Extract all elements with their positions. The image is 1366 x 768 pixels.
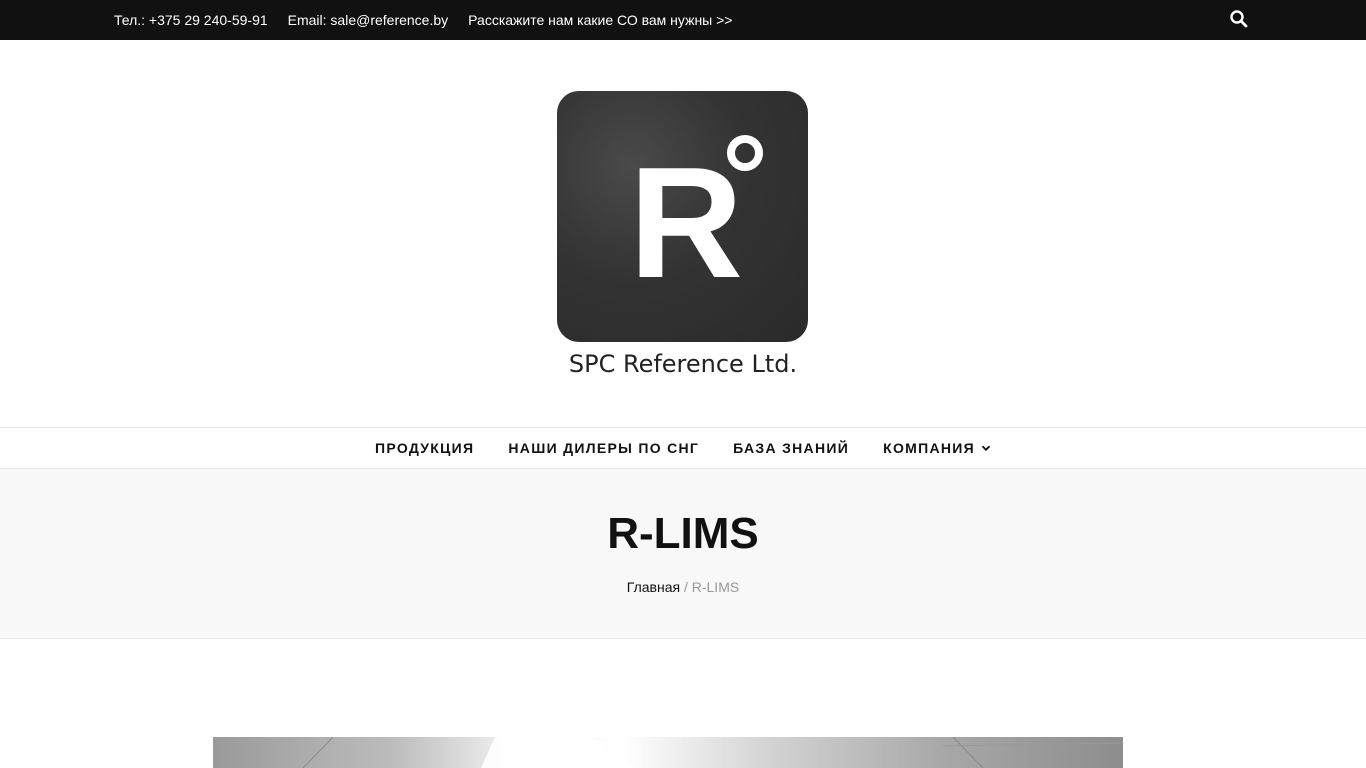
nav-item-label: БАЗА ЗНАНИЙ [733,440,850,456]
nav-item-company[interactable]: КОМПАНИЯ [883,440,991,456]
phone-link[interactable]: Тел.: +375 29 240-59-91 [114,12,268,28]
nav-item-dealers[interactable]: НАШИ ДИЛЕРЫ ПО СНГ [508,440,699,456]
nav-item-label: ПРОДУКЦИЯ [375,440,475,456]
logo-letter: R [629,135,743,311]
nav-item-products[interactable]: ПРОДУКЦИЯ [375,440,474,456]
site-logo[interactable]: R [557,91,808,342]
breadcrumb-separator: / [683,579,688,595]
nav-item-label: НАШИ ДИЛЕРЫ ПО СНГ [508,440,700,456]
request-link[interactable]: Расскажите нам какие СО вам нужны >> [468,12,732,28]
chevron-down-icon [981,445,991,452]
search-button[interactable] [1229,9,1249,29]
page-title: R-LIMS [607,509,759,558]
logo-mark: R [629,135,763,311]
page-header-banner: R-LIMS Главная / R-LIMS [0,469,1366,639]
nav-item-label: КОМПАНИЯ [883,440,975,456]
featured-image [213,737,1123,768]
breadcrumb: Главная / R-LIMS [0,579,1366,595]
featured-image-graphic [302,737,1123,768]
top-bar: Тел.: +375 29 240-59-91 Email: sale@refe… [0,0,1366,40]
site-title[interactable]: SPC Reference Ltd. [0,350,1366,378]
email-link[interactable]: Email: sale@reference.by [288,12,449,28]
nav-item-knowledge-base[interactable]: БАЗА ЗНАНИЙ [733,440,849,456]
breadcrumb-current: R-LIMS [691,579,740,595]
search-icon [1230,10,1248,28]
main-navigation: ПРОДУКЦИЯ НАШИ ДИЛЕРЫ ПО СНГ БАЗА ЗНАНИЙ… [0,427,1366,469]
breadcrumb-home-link[interactable]: Главная [627,579,680,595]
top-bar-contacts: Тел.: +375 29 240-59-91 Email: sale@refe… [114,0,752,40]
